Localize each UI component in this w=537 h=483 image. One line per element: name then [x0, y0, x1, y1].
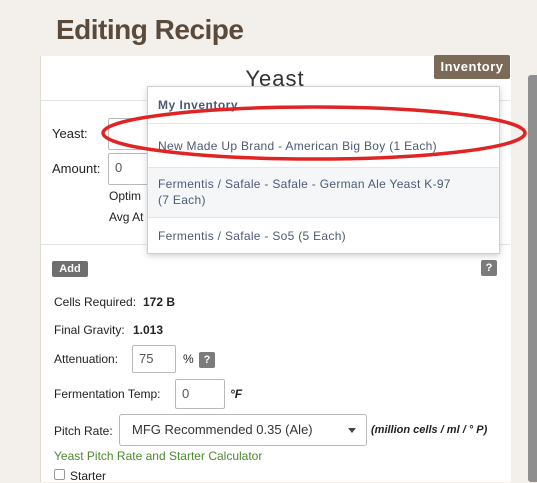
pitch-rate-select[interactable]: MFG Recommended 0.35 (Ale)	[119, 414, 367, 446]
cells-required-value: 172 B	[143, 295, 176, 309]
yeast-label: Yeast:	[52, 126, 88, 141]
left-gutter	[0, 56, 40, 482]
final-gravity-label: Final Gravity:	[54, 323, 125, 337]
attenuation-label: Attenuation:	[54, 352, 119, 366]
inventory-button[interactable]: Inventory	[434, 55, 510, 79]
inventory-item[interactable]: Fermentis / Safale - So5 (5 Each)	[148, 217, 499, 253]
inventory-item-label: Fermentis / Safale - So5 (5 Each)	[158, 229, 346, 243]
chevron-down-icon	[348, 428, 356, 433]
inventory-item-label: Fermentis / Safale - Safale - German Ale…	[158, 177, 451, 191]
add-button[interactable]: Add	[52, 261, 88, 277]
cells-required-label: Cells Required:	[54, 295, 137, 309]
amount-label: Amount:	[52, 161, 101, 176]
pitch-rate-selected: MFG Recommended 0.35 (Ale)	[132, 422, 313, 437]
inventory-dropdown: My Inventory New Made Up Brand - America…	[147, 86, 500, 254]
help-icon[interactable]: ?	[481, 260, 497, 276]
dropdown-header: My Inventory	[158, 98, 239, 112]
inventory-item[interactable]: Fermentis / Safale - Safale - German Ale…	[148, 167, 499, 217]
fermentation-temp-input[interactable]: 0	[175, 379, 225, 409]
page-scrollbar[interactable]	[528, 75, 537, 482]
yeast-select[interactable]	[108, 118, 152, 150]
fermentation-temp-label: Fermentation Temp:	[54, 387, 161, 401]
attenuation-unit: %	[183, 352, 194, 366]
amount-input[interactable]: 0	[108, 153, 152, 185]
pitch-rate-unit: (million cells / ml / ° P)	[371, 424, 488, 436]
page-title: Editing Recipe	[56, 14, 244, 45]
final-gravity-value: 1.013	[133, 323, 164, 337]
attenuation-input[interactable]: 75	[132, 345, 176, 373]
starter-label: Starter	[70, 469, 107, 483]
help-icon[interactable]: ?	[199, 352, 215, 368]
starter-checkbox[interactable]	[54, 469, 65, 480]
fermentation-temp-unit: °F	[230, 387, 243, 401]
pitch-rate-label: Pitch Rate:	[54, 424, 113, 438]
avg-attenuation-label: Avg At	[109, 210, 144, 224]
inventory-item-label: New Made Up Brand - American Big Boy (1 …	[158, 139, 437, 153]
optimal-label: Optim	[109, 189, 142, 203]
inventory-item[interactable]: New Made Up Brand - American Big Boy (1 …	[148, 123, 499, 167]
pitch-calculator-link[interactable]: Yeast Pitch Rate and Starter Calculator	[54, 449, 262, 463]
inventory-item-quantity: (7 Each)	[158, 193, 206, 207]
